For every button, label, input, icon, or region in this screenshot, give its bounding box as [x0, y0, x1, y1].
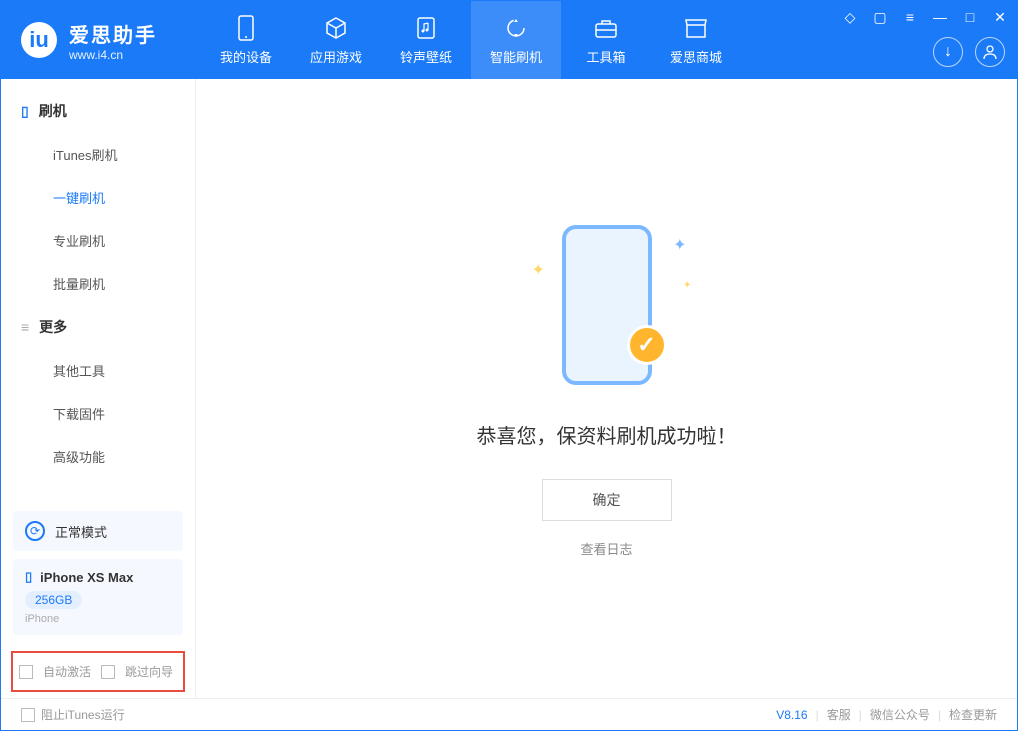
mode-icon: ⟳: [25, 521, 45, 541]
nav-label: 铃声壁纸: [400, 47, 452, 66]
sidebar: ▯ 刷机 iTunes刷机 一键刷机 专业刷机 批量刷机 ≡ 更多 其他工具 下…: [1, 79, 196, 698]
section-title: 更多: [39, 317, 67, 337]
section-title: 刷机: [39, 101, 67, 121]
block-itunes-label: 阻止iTunes运行: [41, 706, 125, 723]
nav-tab-toolbox[interactable]: 工具箱: [561, 1, 651, 79]
toolbox-icon: [593, 15, 619, 41]
main-content: ✦ ✦ ✦ ✓ 恭喜您，保资料刷机成功啦！ 确定 查看日志: [196, 79, 1017, 698]
body: ▯ 刷机 iTunes刷机 一键刷机 专业刷机 批量刷机 ≡ 更多 其他工具 下…: [1, 79, 1017, 698]
store-icon: [683, 15, 709, 41]
window-controls: ◇ ▢ ≡ — □ ✕: [841, 9, 1009, 26]
device-icon: ▯: [25, 569, 32, 585]
check-badge-icon: ✓: [627, 325, 667, 365]
header: iu 爱思助手 www.i4.cn 我的设备 应用游戏 铃声壁纸 智能刷机: [1, 1, 1017, 79]
success-illustration: ✦ ✦ ✦ ✓: [552, 220, 662, 390]
footer-link-support[interactable]: 客服: [827, 706, 851, 723]
menu-icon: ≡: [21, 319, 29, 335]
mode-box[interactable]: ⟳ 正常模式: [13, 511, 183, 551]
nav-label: 应用游戏: [310, 47, 362, 66]
nav-tab-apps[interactable]: 应用游戏: [291, 1, 381, 79]
sidebar-item-other-tools[interactable]: 其他工具: [1, 349, 195, 392]
capacity-badge: 256GB: [25, 591, 82, 609]
nav-label: 智能刷机: [490, 47, 542, 66]
sparkle-icon: ✦: [532, 260, 545, 280]
checkbox-label: 自动激活: [43, 663, 91, 680]
footer: 阻止iTunes运行 V8.16 | 客服 | 微信公众号 | 检查更新: [1, 698, 1017, 730]
nav-label: 工具箱: [586, 47, 625, 66]
footer-link-update[interactable]: 检查更新: [949, 706, 997, 723]
minimize-icon[interactable]: —: [931, 9, 949, 26]
footer-right: V8.16 | 客服 | 微信公众号 | 检查更新: [776, 706, 997, 723]
checkbox-block-itunes[interactable]: [21, 708, 35, 722]
user-icon[interactable]: [975, 37, 1005, 67]
music-icon: [413, 15, 439, 41]
nav-label: 我的设备: [220, 47, 272, 66]
menu-icon[interactable]: ≡: [901, 9, 919, 26]
nav-tab-device[interactable]: 我的设备: [201, 1, 291, 79]
sidebar-item-batch-flash[interactable]: 批量刷机: [1, 262, 195, 305]
sidebar-item-pro-flash[interactable]: 专业刷机: [1, 219, 195, 262]
success-message: 恭喜您，保资料刷机成功啦！: [477, 420, 737, 449]
sidebar-item-itunes-flash[interactable]: iTunes刷机: [1, 133, 195, 176]
sidebar-item-download-firmware[interactable]: 下载固件: [1, 392, 195, 435]
view-log-link[interactable]: 查看日志: [580, 539, 632, 558]
device-type: iPhone: [25, 613, 171, 625]
checkbox-auto-activate[interactable]: [19, 665, 33, 679]
logo-icon: iu: [21, 22, 57, 58]
nav-tabs: 我的设备 应用游戏 铃声壁纸 智能刷机 工具箱 爱思商城: [201, 1, 741, 79]
logo-text: 爱思助手 www.i4.cn: [69, 19, 157, 62]
download-icon[interactable]: ↓: [933, 37, 963, 67]
footer-left: 阻止iTunes运行: [21, 706, 125, 723]
cube-icon: [323, 15, 349, 41]
device-name: iPhone XS Max: [40, 570, 133, 585]
app-window: iu 爱思助手 www.i4.cn 我的设备 应用游戏 铃声壁纸 智能刷机: [0, 0, 1018, 731]
app-subtitle: www.i4.cn: [69, 48, 157, 62]
sidebar-section-flash: ▯ 刷机: [1, 89, 195, 133]
phone-icon: [233, 15, 259, 41]
sidebar-item-advanced[interactable]: 高级功能: [1, 435, 195, 478]
nav-tab-ringtones[interactable]: 铃声壁纸: [381, 1, 471, 79]
maximize-icon[interactable]: □: [961, 9, 979, 26]
sparkle-icon: ✦: [673, 235, 686, 255]
shirt-icon[interactable]: ◇: [841, 9, 859, 26]
checkbox-skip-wizard[interactable]: [101, 665, 115, 679]
app-title: 爱思助手: [69, 19, 157, 48]
phone-icon: ▯: [21, 103, 29, 120]
box-icon[interactable]: ▢: [871, 9, 889, 26]
device-name-row: ▯ iPhone XS Max: [25, 569, 171, 585]
close-icon[interactable]: ✕: [991, 9, 1009, 26]
refresh-icon: [503, 15, 529, 41]
confirm-button[interactable]: 确定: [542, 479, 672, 521]
sidebar-item-oneclick-flash[interactable]: 一键刷机: [1, 176, 195, 219]
highlighted-options: 自动激活 跳过向导: [11, 651, 185, 692]
version-label: V8.16: [776, 708, 807, 722]
nav-label: 爱思商城: [670, 47, 722, 66]
header-action-icons: ↓: [933, 37, 1005, 67]
nav-tab-flash[interactable]: 智能刷机: [471, 1, 561, 79]
checkbox-label: 跳过向导: [125, 663, 173, 680]
logo-area: iu 爱思助手 www.i4.cn: [1, 19, 201, 62]
mode-label: 正常模式: [55, 522, 107, 541]
sparkle-icon: ✦: [683, 280, 691, 291]
device-box[interactable]: ▯ iPhone XS Max 256GB iPhone: [13, 559, 183, 635]
footer-link-wechat[interactable]: 微信公众号: [870, 706, 930, 723]
nav-tab-store[interactable]: 爱思商城: [651, 1, 741, 79]
sidebar-section-more: ≡ 更多: [1, 305, 195, 349]
